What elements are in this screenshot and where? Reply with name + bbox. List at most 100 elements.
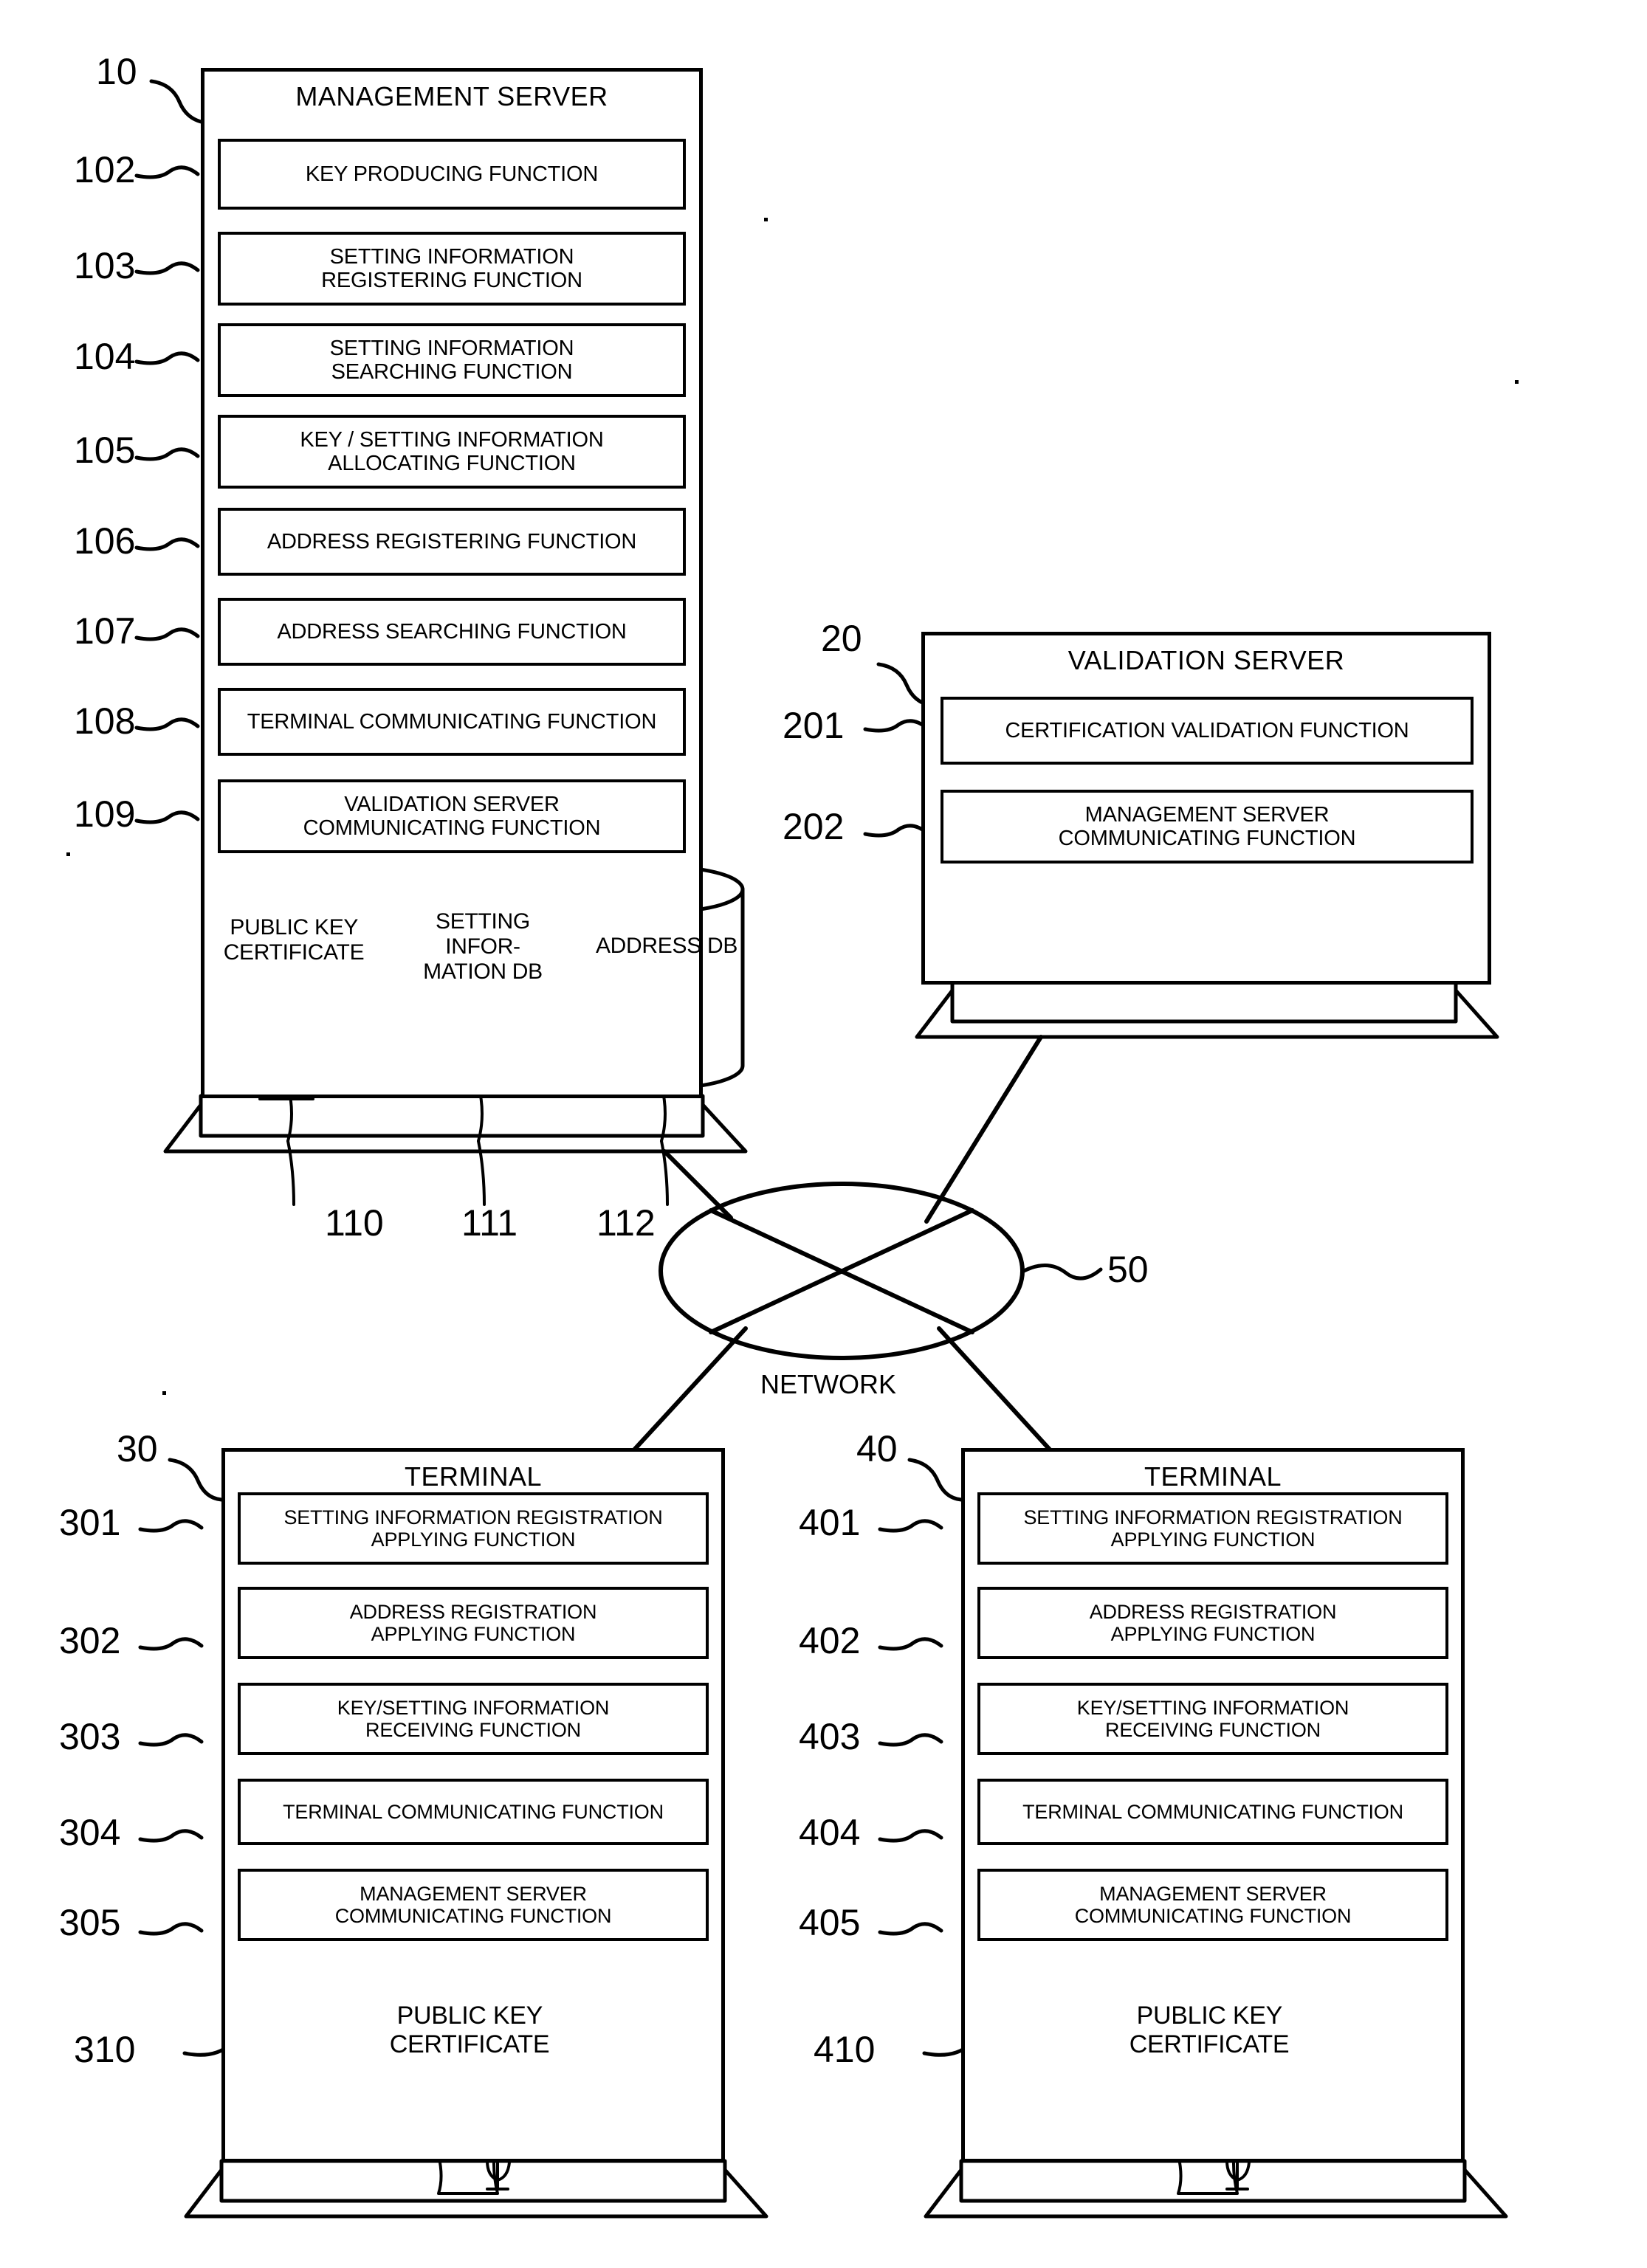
ref-201: 201: [783, 705, 845, 746]
leader-104: [134, 351, 200, 365]
db-label-112-line1: ADDRESS: [595, 934, 701, 958]
mgmt-fn-109-line2: COMMUNICATING FUNCTION: [303, 816, 601, 840]
db-label-410: PUBLIC KEY CERTIFICATE: [1056, 2002, 1363, 2059]
link-network-to-terminal-right: [937, 1326, 1059, 1460]
terminal-right-fn-403[interactable]: KEY/SETTING INFORMATION RECEIVING FUNCTI…: [977, 1683, 1448, 1755]
mgmt-fn-106-line1: ADDRESS REGISTERING FUNCTION: [267, 529, 637, 554]
mgmt-fn-105[interactable]: KEY / SETTING INFORMATION ALLOCATING FUN…: [218, 415, 686, 489]
mgmt-fn-103[interactable]: SETTING INFORMATION REGISTERING FUNCTION: [218, 232, 686, 306]
db-label-112-line2: DB: [706, 934, 738, 958]
db-label-111-line3: MATION DB: [423, 959, 543, 985]
db-label-310-line2: CERTIFICATE: [389, 2030, 550, 2058]
mgmt-fn-104-line1: SETTING INFORMATION: [329, 336, 574, 360]
terminal-left-fn-304-line1: TERMINAL COMMUNICATING FUNCTION: [283, 1800, 664, 1823]
mgmt-fn-104-line2: SEARCHING FUNCTION: [331, 360, 573, 384]
validation-fn-202-line1: MANAGEMENT SERVER: [1084, 802, 1330, 827]
terminal-left-fn-301[interactable]: SETTING INFORMATION REGISTRATION APPLYIN…: [238, 1492, 709, 1565]
ref-111: 111: [461, 1202, 518, 1244]
leader-40: [907, 1458, 963, 1502]
ref-102: 102: [74, 149, 136, 190]
leader-103: [134, 261, 200, 275]
ref-401: 401: [799, 1502, 861, 1543]
mgmt-fn-106[interactable]: ADDRESS REGISTERING FUNCTION: [218, 508, 686, 576]
validation-fn-201[interactable]: CERTIFICATION VALIDATION FUNCTION: [941, 697, 1474, 765]
terminal-left-fn-305[interactable]: MANAGEMENT SERVER COMMUNICATING FUNCTION: [238, 1869, 709, 1941]
terminal-right-pedestal-base: [924, 2168, 1508, 2219]
ref-50: 50: [1107, 1249, 1149, 1290]
terminal-left-fn-303-line2: RECEIVING FUNCTION: [365, 1719, 581, 1741]
ref-402: 402: [799, 1620, 861, 1661]
ref-303: 303: [59, 1716, 121, 1757]
terminal-left-fn-303[interactable]: KEY/SETTING INFORMATION RECEIVING FUNCTI…: [238, 1683, 709, 1755]
terminal-right-fn-402[interactable]: ADDRESS REGISTRATION APPLYING FUNCTION: [977, 1587, 1448, 1659]
mgmt-fn-107[interactable]: ADDRESS SEARCHING FUNCTION: [218, 598, 686, 666]
mgmt-fn-104[interactable]: SETTING INFORMATION SEARCHING FUNCTION: [218, 323, 686, 397]
management-server-pedestal-riser: [199, 1094, 705, 1138]
leader-402: [878, 1637, 943, 1651]
ref-405: 405: [799, 1902, 861, 1943]
terminal-left-fn-303-line1: KEY/SETTING INFORMATION: [337, 1696, 610, 1719]
leader-305: [138, 1922, 204, 1936]
terminal-right-fn-403-line1: KEY/SETTING INFORMATION: [1076, 1696, 1349, 1719]
link-validation-server-to-network: [924, 1035, 1043, 1224]
leader-403: [878, 1733, 943, 1747]
ref-20: 20: [821, 618, 862, 659]
terminal-right-fn-401-line1: SETTING INFORMATION REGISTRATION: [1023, 1506, 1403, 1528]
terminal-right-fn-401[interactable]: SETTING INFORMATION REGISTRATION APPLYIN…: [977, 1492, 1448, 1565]
leader-304: [138, 1829, 204, 1843]
leader-201: [863, 719, 929, 733]
scan-artifact-1: [764, 218, 768, 221]
ref-108: 108: [74, 700, 136, 742]
ref-40: 40: [856, 1428, 898, 1469]
management-server-title: MANAGEMENT SERVER: [295, 81, 608, 111]
leader-303: [138, 1733, 204, 1747]
mgmt-fn-108[interactable]: TERMINAL COMMUNICATING FUNCTION: [218, 688, 686, 756]
link-network-to-terminal-left: [618, 1326, 748, 1467]
terminal-left-fn-301-line1: SETTING INFORMATION REGISTRATION: [283, 1506, 663, 1528]
terminal-left-fn-302-line1: ADDRESS REGISTRATION: [349, 1600, 597, 1623]
management-server-pedestal-base: [163, 1103, 748, 1154]
validation-fn-202[interactable]: MANAGEMENT SERVER COMMUNICATING FUNCTION: [941, 790, 1474, 864]
ref-105: 105: [74, 430, 136, 471]
mgmt-fn-102[interactable]: KEY PRODUCING FUNCTION: [218, 139, 686, 210]
ref-30: 30: [117, 1428, 158, 1469]
leader-50: [1022, 1264, 1103, 1281]
terminal-left-fn-302[interactable]: ADDRESS REGISTRATION APPLYING FUNCTION: [238, 1587, 709, 1659]
ref-305: 305: [59, 1902, 121, 1943]
terminal-right-fn-401-line2: APPLYING FUNCTION: [1110, 1528, 1316, 1551]
db-label-310: PUBLIC KEY CERTIFICATE: [316, 2002, 623, 2059]
ref-310: 310: [74, 2029, 136, 2070]
terminal-left-fn-304[interactable]: TERMINAL COMMUNICATING FUNCTION: [238, 1779, 709, 1845]
leader-108: [134, 717, 200, 731]
validation-server-pedestal-base: [915, 988, 1499, 1039]
mgmt-fn-102-line1: KEY PRODUCING FUNCTION: [305, 162, 599, 186]
validation-fn-201-line1: CERTIFICATION VALIDATION FUNCTION: [1005, 718, 1409, 742]
leader-301: [138, 1519, 204, 1533]
terminal-right-fn-405-line1: MANAGEMENT SERVER: [1099, 1882, 1327, 1905]
ref-109: 109: [74, 793, 136, 835]
terminal-right-fn-403-line2: RECEIVING FUNCTION: [1105, 1719, 1321, 1741]
terminal-right-fn-405[interactable]: MANAGEMENT SERVER COMMUNICATING FUNCTION: [977, 1869, 1448, 1941]
network-cloud-icon: [659, 1182, 1025, 1360]
terminal-right-fn-402-line1: ADDRESS REGISTRATION: [1089, 1600, 1337, 1623]
mgmt-fn-105-line2: ALLOCATING FUNCTION: [328, 452, 576, 475]
ref-112: 112: [596, 1202, 656, 1244]
terminal-right-fn-402-line2: APPLYING FUNCTION: [1110, 1623, 1316, 1645]
db-leader-111b: [477, 1140, 486, 1206]
mgmt-fn-103-line1: SETTING INFORMATION: [329, 244, 574, 269]
leader-107: [134, 627, 200, 641]
leader-405: [878, 1922, 943, 1936]
ref-107: 107: [74, 610, 136, 652]
db-label-410-line1: PUBLIC KEY: [1136, 2002, 1282, 2030]
mgmt-fn-109[interactable]: VALIDATION SERVER COMMUNICATING FUNCTION: [218, 779, 686, 853]
terminal-right-fn-404[interactable]: TERMINAL COMMUNICATING FUNCTION: [977, 1779, 1448, 1845]
scan-artifact-4: [162, 1391, 166, 1395]
leader-105: [134, 447, 200, 461]
leader-109: [134, 810, 200, 824]
ref-404: 404: [799, 1812, 861, 1853]
ref-10: 10: [96, 51, 137, 92]
validation-server-title: VALIDATION SERVER: [1067, 645, 1345, 675]
mgmt-fn-103-line2: REGISTERING FUNCTION: [321, 269, 582, 292]
ref-110: 110: [325, 1202, 384, 1244]
db-label-111-line2: INFOR-: [445, 934, 520, 959]
